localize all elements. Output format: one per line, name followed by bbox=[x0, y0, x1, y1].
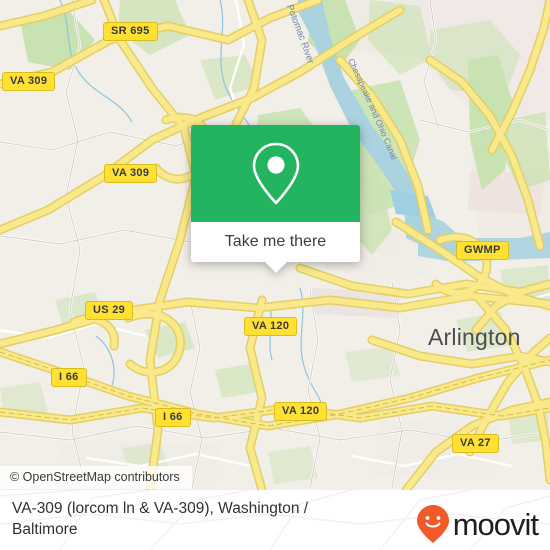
take-me-there-card[interactable]: Take me there bbox=[191, 125, 360, 273]
road-shield-sr-695[interactable]: SR 695 bbox=[103, 22, 158, 41]
road-shield-va-120-s[interactable]: VA 120 bbox=[274, 402, 328, 421]
road-shield-va-309-nw[interactable]: VA 309 bbox=[2, 72, 56, 91]
map-attribution[interactable]: © OpenStreetMap contributors bbox=[0, 466, 192, 489]
place-label-arlington: Arlington bbox=[428, 324, 521, 350]
take-me-there-label: Take me there bbox=[224, 233, 327, 250]
moovit-brand[interactable]: moovit bbox=[416, 504, 539, 544]
road-shield-i-66-w[interactable]: I 66 bbox=[51, 368, 87, 387]
moovit-station-page: Potomac River Chesapeake and Ohio Canal … bbox=[0, 0, 550, 550]
moovit-pin-icon bbox=[416, 505, 449, 543]
road-shield-va-27[interactable]: VA 27 bbox=[452, 434, 499, 453]
moovit-wordmark: moovit bbox=[452, 506, 539, 542]
map-pin-icon bbox=[252, 142, 299, 204]
road-shield-gwmp[interactable]: GWMP bbox=[456, 241, 509, 260]
card-footer[interactable]: Take me there bbox=[191, 222, 360, 262]
page-footer: VA-309 (lorcom ln & VA-309), Washington … bbox=[0, 490, 550, 550]
road-shield-va-120-n[interactable]: VA 120 bbox=[244, 317, 298, 336]
card-pointer-tail bbox=[264, 262, 287, 273]
card-header bbox=[191, 125, 360, 222]
road-shield-us-29[interactable]: US 29 bbox=[85, 301, 134, 320]
road-shield-i-66-e[interactable]: I 66 bbox=[155, 408, 191, 427]
station-title: VA-309 (lorcom ln & VA-309), Washington … bbox=[12, 500, 309, 538]
road-shield-va-309-w[interactable]: VA 309 bbox=[104, 164, 158, 183]
map-canvas[interactable]: Potomac River Chesapeake and Ohio Canal … bbox=[0, 0, 550, 490]
